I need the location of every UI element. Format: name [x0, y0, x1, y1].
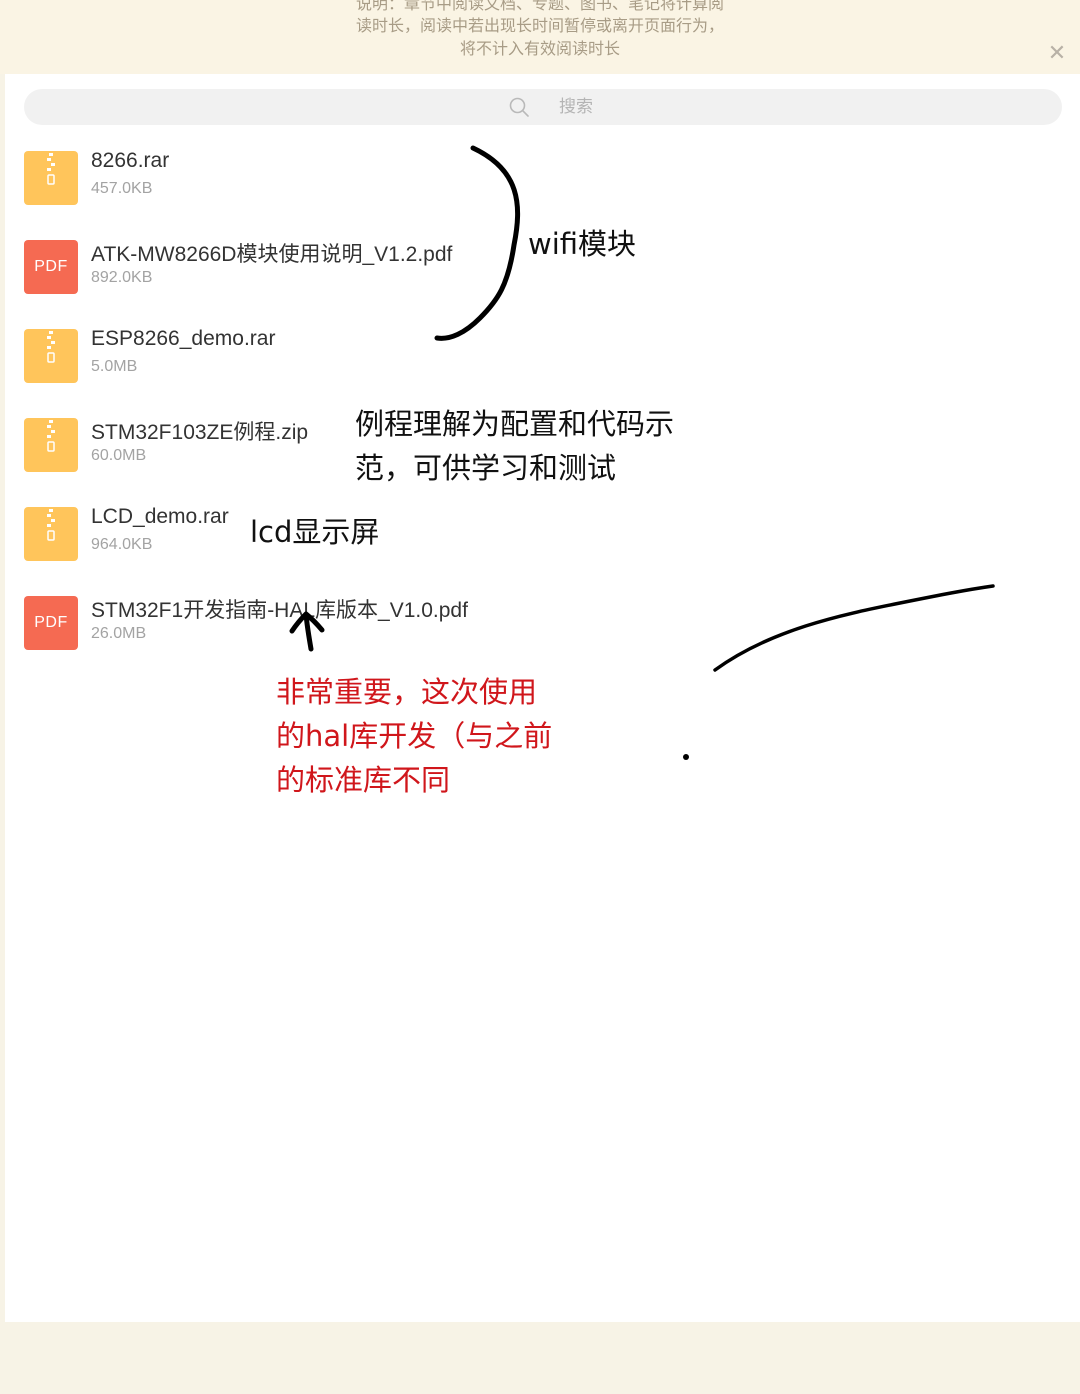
notice-line-2: 读时长，阅读中若出现长时间暂停或离开页面行为， — [355, 16, 724, 35]
zipper-icon — [47, 509, 55, 541]
reading-notice-banner: 说明：章节中阅读文档、专题、图书、笔记将计算阅 读时长，阅读中若出现长时间暂停或… — [0, 0, 1080, 74]
pdf-badge: PDF — [34, 258, 68, 275]
close-icon[interactable]: ✕ — [1043, 40, 1071, 68]
file-size: 457.0KB — [91, 180, 153, 197]
pdf-badge: PDF — [34, 614, 68, 631]
file-item-8266-rar[interactable]: 8266.rar 457.0KB — [24, 149, 504, 211]
archive-file-icon — [24, 507, 78, 561]
search-icon — [509, 97, 529, 117]
annotation-important-line-3: 的标准库不同 — [276, 763, 451, 797]
annotation-wifi-module: wifi模块 — [528, 227, 637, 261]
file-size: 5.0MB — [91, 358, 138, 375]
pdf-file-icon: PDF — [24, 240, 78, 294]
archive-file-icon — [24, 151, 78, 205]
zipper-icon — [47, 420, 55, 452]
file-name: LCD_demo.rar — [91, 505, 229, 528]
file-name: ATK-MW8266D模块使用说明_V1.2.pdf — [91, 243, 453, 266]
notice-line-3: 将不计入有效阅读时长 — [459, 39, 620, 58]
file-name: ESP8266_demo.rar — [91, 327, 276, 350]
annotation-important-line-2: 的hal库开发（与之前 — [276, 719, 553, 753]
file-size: 60.0MB — [91, 447, 147, 464]
annotation-lcd-screen: lcd显示屏 — [250, 515, 380, 549]
file-name: STM32F1开发指南-HAL库版本_V1.0.pdf — [91, 599, 468, 622]
search-placeholder: 搜索 — [559, 97, 593, 117]
file-item-stm32f1-hal-guide-pdf[interactable]: PDF STM32F1开发指南-HAL库版本_V1.0.pdf 26.0MB — [24, 596, 504, 656]
zipper-icon — [47, 331, 55, 363]
annotation-demo-line-2: 范，可供学习和测试 — [355, 451, 617, 485]
annotation-important-line-1: 非常重要，这次使用 — [276, 675, 538, 709]
file-size: 892.0KB — [91, 269, 153, 286]
file-size: 964.0KB — [91, 536, 153, 553]
file-item-atk-mw8266d-pdf[interactable]: PDF ATK-MW8266D模块使用说明_V1.2.pdf 892.0KB — [24, 240, 504, 300]
annotation-demo-line-1: 例程理解为配置和代码示 — [355, 407, 675, 441]
pdf-file-icon: PDF — [24, 596, 78, 650]
file-name: 8266.rar — [91, 149, 170, 172]
search-input[interactable]: 搜索 — [24, 89, 1062, 125]
file-size: 26.0MB — [91, 625, 147, 642]
file-item-esp8266-demo-rar[interactable]: ESP8266_demo.rar 5.0MB — [24, 327, 504, 389]
file-name: STM32F103ZE例程.zip — [91, 421, 309, 444]
archive-file-icon — [24, 418, 78, 472]
archive-file-icon — [24, 329, 78, 383]
zipper-icon — [47, 153, 55, 185]
